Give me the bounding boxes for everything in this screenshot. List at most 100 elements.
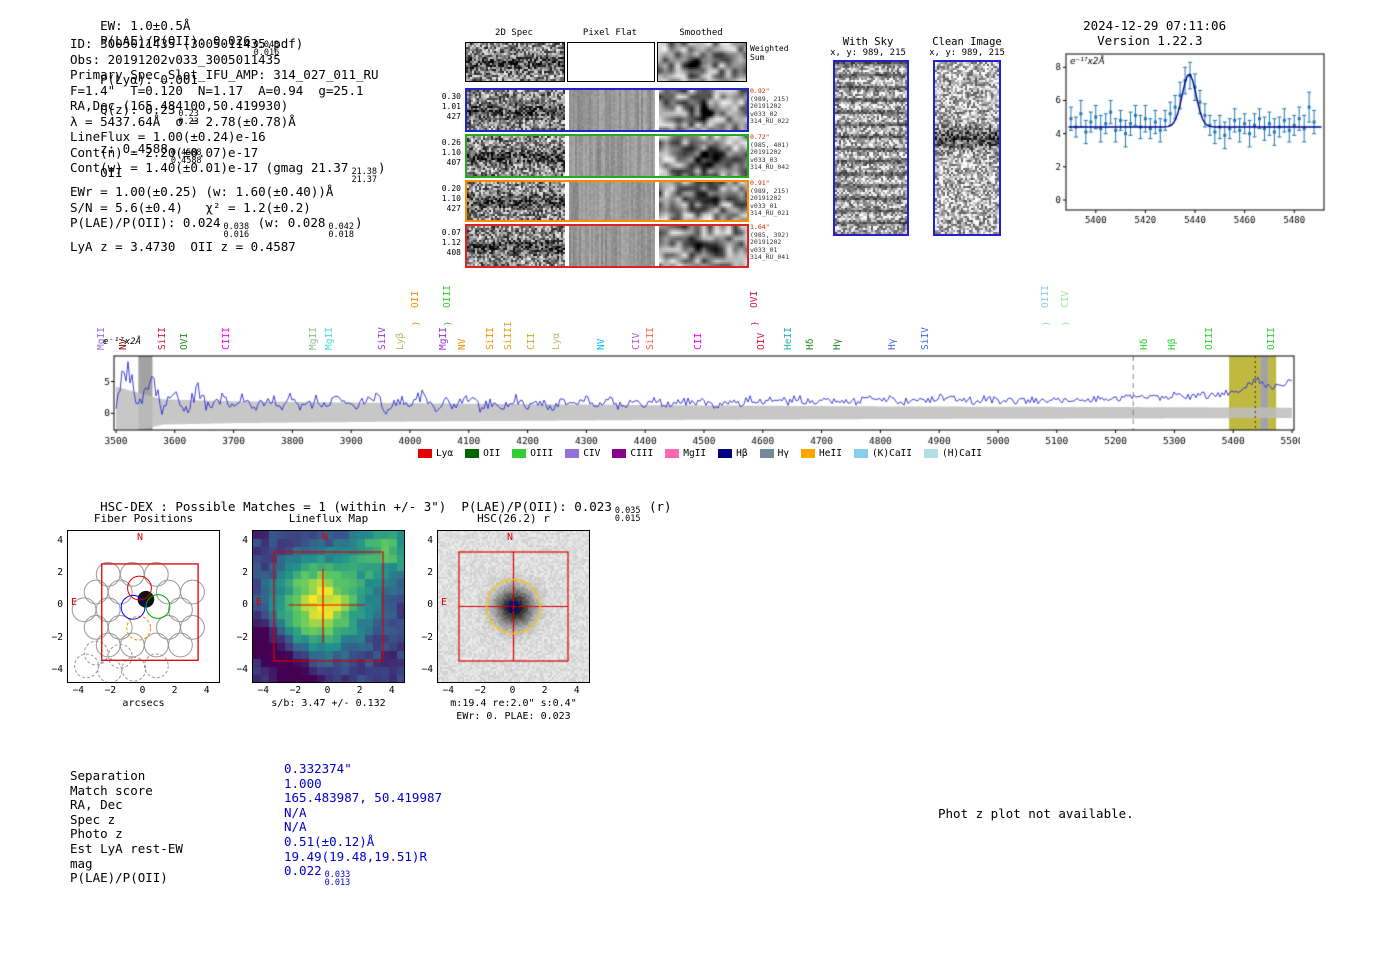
emission-line-label: Hγ <box>887 338 899 350</box>
table-row: Photo z N/A <box>70 819 307 842</box>
fiber-circle <box>180 614 205 640</box>
legend-swatch <box>417 449 432 458</box>
col-header-pixel-flat: Pixel Flat <box>582 28 638 38</box>
emission-line-label: OIII <box>1266 327 1278 350</box>
fiber-circle <box>143 632 169 658</box>
weighted-sum-label: Weighted Sum <box>750 44 789 62</box>
line-label-brace: } <box>749 321 759 326</box>
fiber-circle <box>143 653 169 679</box>
legend-swatch <box>565 449 580 458</box>
emission-line-label: NV <box>457 338 469 350</box>
ifu-outline-rect <box>101 563 199 661</box>
axis-tick-label: −4 <box>236 663 248 675</box>
emission-line-label: SiII <box>645 327 657 350</box>
cutout-weights: 0.30 1.01 427 <box>441 92 461 121</box>
legend-label: Hγ <box>777 448 790 459</box>
smoothed-cutout <box>659 136 747 176</box>
fiber-circle <box>119 632 145 658</box>
axis-tick-label: 4 <box>427 535 433 547</box>
axis-tick-label: −2 <box>236 631 248 643</box>
table-row: P(LAE)/P(OII) 0.022 0.033 0.013 <box>70 863 351 889</box>
legend-label: CIII <box>630 448 654 459</box>
axis-tick-label: 2 <box>171 685 178 696</box>
fiber-circle <box>143 561 169 587</box>
emission-line-label: NV <box>595 338 607 350</box>
fiber-circle <box>83 579 109 605</box>
fiber-circle <box>120 594 146 620</box>
axis-tick-label: 4 <box>203 685 210 696</box>
fiber-circle <box>119 561 145 587</box>
fiber-east-label: E <box>71 597 78 608</box>
line-label-brace: } <box>1061 321 1071 326</box>
info-line-lambda: λ = 5437.64Å σ = 2.78(±0.78)Å <box>70 113 296 129</box>
elixer-detection-report: EW: 1.0±0.5Å P(LAE)/P(OII): 0.026 0.043 0.… <box>0 0 1400 953</box>
with-sky-cutout <box>833 60 909 236</box>
cutout-weights: 0.26 1.10 407 <box>441 138 461 167</box>
legend-label: Lyα <box>435 448 454 459</box>
emission-line-label: CIV <box>1060 290 1072 308</box>
legend-label: OII <box>483 448 501 459</box>
axis-tick-label: −4 <box>257 685 269 696</box>
emission-line-label: OIII <box>1040 285 1052 308</box>
axis-tick-label: −2 <box>51 631 63 643</box>
axis-tick-label: −4 <box>442 685 454 696</box>
legend-swatch <box>612 449 627 458</box>
axis-tick-label: 2 <box>57 567 63 579</box>
info-line-cont-w: Cont(w) = 1.40(±0.01)e-17 (gmag 21.37 21.… <box>70 160 386 185</box>
lineflux-map <box>252 530 405 683</box>
match-table: Separation 0.332374" Match score 1.000 RA,… <box>70 761 443 889</box>
emission-line-label: MgII <box>324 327 336 350</box>
fiber-cutout-row <box>465 224 749 268</box>
hsc-image-title: HSC(26.2) r <box>477 512 550 525</box>
legend-swatch <box>465 449 480 458</box>
fiber-circle <box>95 561 121 587</box>
line-label-brace: } <box>410 321 420 326</box>
lineflux-north-label: N <box>322 532 329 543</box>
info-line-lineflux: LineFlux = 1.00(±0.24)e-16 <box>70 129 266 144</box>
emission-line-label: Hδ <box>1139 338 1151 350</box>
report-datetime: 2024-12-29 07:11:06 <box>1083 18 1227 33</box>
fiber-cutout-row <box>465 134 749 178</box>
legend-label: (H)CaII <box>941 448 983 459</box>
pixel-flat-cutout <box>567 42 655 82</box>
smoothed-cutout <box>657 42 747 82</box>
cutout-annotation: 0.92" (989, 215) 20191202 v033_02 314_RU_022 <box>750 87 790 126</box>
legend-swatch <box>718 449 733 458</box>
cutout-annotation: 0.91" (989, 215) 20191202 v033_01 314_RU_021 <box>750 179 790 218</box>
pixel-flat-cutout <box>569 90 655 130</box>
axis-tick-label: −4 <box>421 663 433 675</box>
spec2d-cutout <box>465 42 565 82</box>
spec2d-cutout <box>467 136 565 176</box>
smoothed-cutout <box>659 226 747 266</box>
legend-item: OII <box>465 448 500 459</box>
flux-units-annotation: e⁻¹⁷x2Å <box>103 337 141 347</box>
table-row: Separation 0.332374" <box>70 761 352 783</box>
table-row: RA, Dec 165.483987, 50.419987 <box>70 790 443 813</box>
info-block: ID: 3005011435 (3005011435.pdf) Obs: 201… <box>70 36 386 255</box>
info-line-seeing: F=1.4" T=0.120 N=1.17 A=0.94 g=25.1 <box>70 82 364 98</box>
legend-item: Hβ <box>718 448 748 459</box>
smoothed-cutout <box>659 182 747 220</box>
hsc-image <box>437 530 590 683</box>
emission-line-label: OVI <box>179 332 191 350</box>
fiber-circle <box>168 597 193 623</box>
fiber-circle <box>168 632 193 658</box>
pixel-flat-cutout <box>569 136 655 176</box>
legend-swatch <box>759 449 774 458</box>
cutout-grid: 2D Spec Pixel Flat Smoothed Weighted Sum… <box>442 28 825 272</box>
axis-tick-label: 4 <box>57 535 63 547</box>
pixel-flat-cutout <box>569 182 655 220</box>
emission-line-label: MgII <box>438 327 450 350</box>
emission-line-label: HeII <box>782 327 794 350</box>
fiber-xlabel: arcsecs <box>122 698 165 709</box>
gmag-uncertainty: 21.38 21.37 <box>351 167 378 185</box>
fiber-circle <box>126 615 152 641</box>
plae-w-uncertainty: 0.042 0.018 <box>328 222 354 240</box>
hsc-north-label: N <box>507 532 514 543</box>
legend-item: MgII <box>665 448 706 459</box>
fiber-circle <box>107 614 133 640</box>
hsc-caption: m:19.4 re:2.0" s:0.4" <box>450 698 577 709</box>
axis-tick-label: 0 <box>427 599 433 611</box>
emission-line-label: SiIV <box>920 327 932 350</box>
axis-tick-label: 2 <box>541 685 548 696</box>
